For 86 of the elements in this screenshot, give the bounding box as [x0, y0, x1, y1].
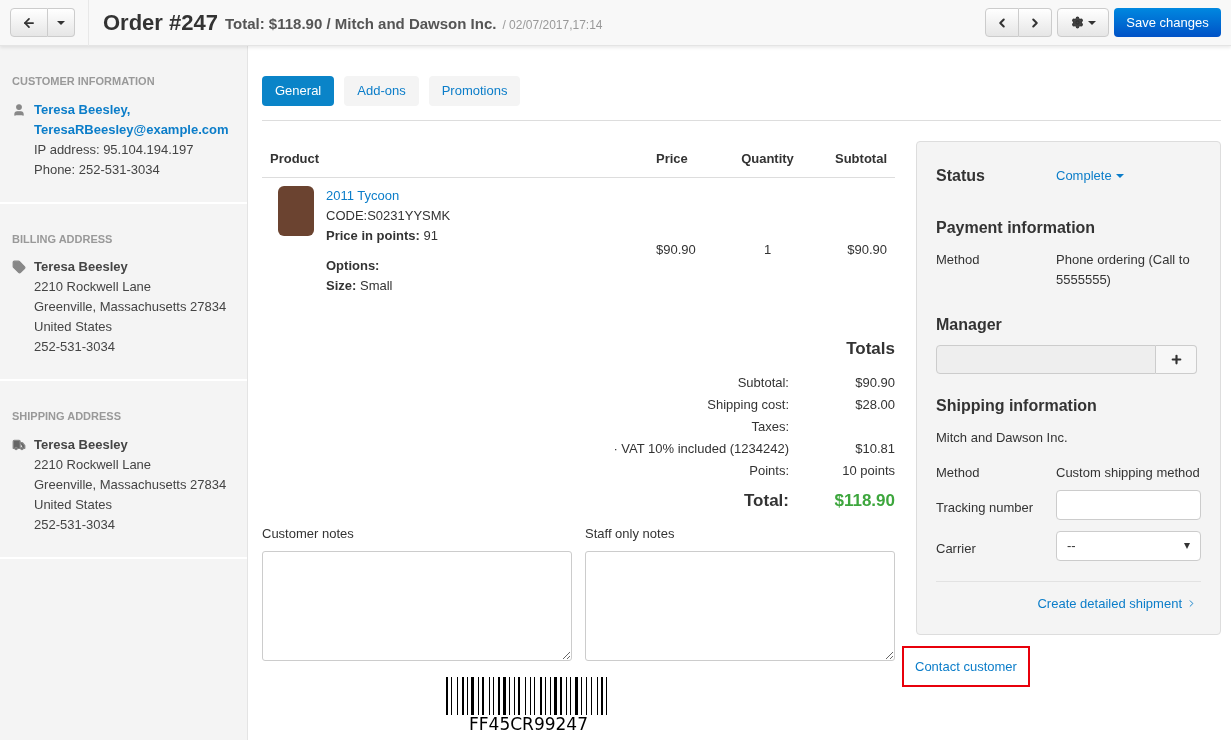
address-line: Phone: 252-531-3034: [34, 160, 161, 179]
options-label: Options:: [326, 257, 381, 275]
column-header: Product: [270, 150, 320, 169]
totals-value: $90.90: [854, 373, 895, 392]
method-value: Phone ordering (Call to 5555555): [1056, 251, 1191, 289]
method-label: Method: [936, 251, 981, 269]
tag-icon: [12, 260, 26, 274]
tab[interactable]: Promotions: [428, 76, 521, 106]
barcode-number: FF45CR99247: [469, 715, 588, 733]
carrier-label: Carrier: [936, 540, 977, 558]
column-header: Price: [656, 150, 688, 169]
contact-name: Teresa Beesley: [34, 435, 129, 454]
subtotal-cell-text: $90.90: [847, 241, 887, 259]
payment-heading: Payment information: [936, 218, 1097, 238]
dropdown-button[interactable]: [48, 8, 75, 37]
caret-icon: [1115, 174, 1124, 178]
caret-icon: [1087, 20, 1096, 25]
totals-label: Subtotal:: [736, 373, 789, 392]
points-label: Price in points: 91: [326, 227, 439, 245]
notes-label: Staff only notes: [585, 524, 676, 543]
customer-link[interactable]: Teresa Beesley,: [34, 99, 229, 120]
column-header: Subtotal: [835, 150, 887, 169]
size-option: Size: Small: [326, 276, 451, 296]
section-heading: SHIPPING ADDRESS: [12, 409, 122, 424]
tracking-field[interactable]: [1056, 490, 1201, 520]
totals-label: Points:: [748, 461, 789, 480]
settings-button[interactable]: [1057, 8, 1109, 37]
total-value: $118.90: [833, 489, 895, 512]
tab[interactable]: Add-ons: [344, 76, 419, 106]
tracking-label: Tracking number: [936, 499, 1035, 517]
settings-icon: [1070, 16, 1084, 29]
truck-icon: [12, 437, 26, 452]
contact-customer-link[interactable]: Contact customer: [902, 645, 1030, 687]
address-line: Greenville, Massachusetts 27834: [34, 298, 227, 316]
carrier-select[interactable]: --: [1056, 531, 1201, 561]
back-button[interactable]: [10, 8, 48, 37]
save-button[interactable]: Save changes: [1114, 8, 1221, 37]
section-heading: BILLING ADDRESS: [12, 231, 114, 247]
address-line: 2210 Rockwell Lane: [34, 278, 153, 296]
backpack-photo-placeholder: [278, 186, 314, 236]
totals-value: $28.00: [854, 395, 895, 414]
price-cell-text: $90.90: [656, 241, 697, 259]
address-line: United States: [34, 318, 114, 336]
total-label: Total:: [743, 489, 789, 512]
order-title: Order #247: [103, 9, 218, 37]
totals-label: Taxes:: [750, 417, 789, 436]
customer-link[interactable]: TeresaRBeesley@example.com: [34, 119, 229, 140]
status-dropdown[interactable]: Complete: [1056, 166, 1124, 186]
column-header: Quantity: [741, 150, 794, 169]
totals-value: 10 points: [841, 461, 895, 480]
manager-field[interactable]: [936, 345, 1156, 374]
shipping-heading: Shipping information: [936, 396, 1098, 416]
section-heading: CUSTOMER INFORMATION: [12, 74, 156, 89]
totals-heading: Totals: [846, 338, 895, 360]
next-button[interactable]: [1019, 8, 1052, 37]
person-icon: [12, 102, 26, 117]
order-date: / 02/07/2017,17:14: [502, 16, 603, 34]
address-line: United States: [34, 495, 114, 514]
product-link[interactable]: 2011 Tycoon: [326, 186, 451, 206]
address-line: 252-531-3034: [34, 338, 116, 356]
plus-icon: [1169, 353, 1183, 366]
notes-field[interactable]: [262, 551, 572, 661]
status-heading: Status: [936, 166, 986, 186]
tab[interactable]: General: [262, 76, 335, 106]
totals-label: · VAT 10% included (1234242): [613, 439, 789, 458]
address-line: 252-531-3034: [34, 515, 116, 534]
address-line: IP address: 95.104.194.197: [34, 140, 195, 159]
caret-icon: [57, 20, 65, 25]
notes-label: Customer notes: [262, 524, 355, 543]
contact-name: Teresa Beesley: [34, 258, 129, 276]
order-summary: Total: $118.90 / Mitch and Dawson Inc.: [224, 13, 497, 34]
totals-value: $10.81: [854, 439, 895, 458]
company-name: Mitch and Dawson Inc.: [936, 429, 1069, 447]
method-value: Custom shipping method: [1056, 463, 1200, 482]
caret-icon: [1184, 543, 1190, 549]
product-code: CODE:S0231YYSMK: [326, 207, 451, 225]
quantity-cell-text: 1: [763, 241, 772, 259]
previous-button[interactable]: [985, 8, 1019, 37]
totals-label: Shipping cost:: [706, 395, 789, 414]
create-shipment-link[interactable]: Create detailed shipment: [1037, 594, 1197, 614]
address-line: Greenville, Massachusetts 27834: [34, 475, 227, 494]
add-button[interactable]: [1156, 345, 1197, 374]
method-label: Method: [936, 463, 981, 482]
notes-field[interactable]: [585, 551, 895, 661]
manager-heading: Manager: [936, 315, 1003, 335]
address-line: 2210 Rockwell Lane: [34, 455, 153, 474]
